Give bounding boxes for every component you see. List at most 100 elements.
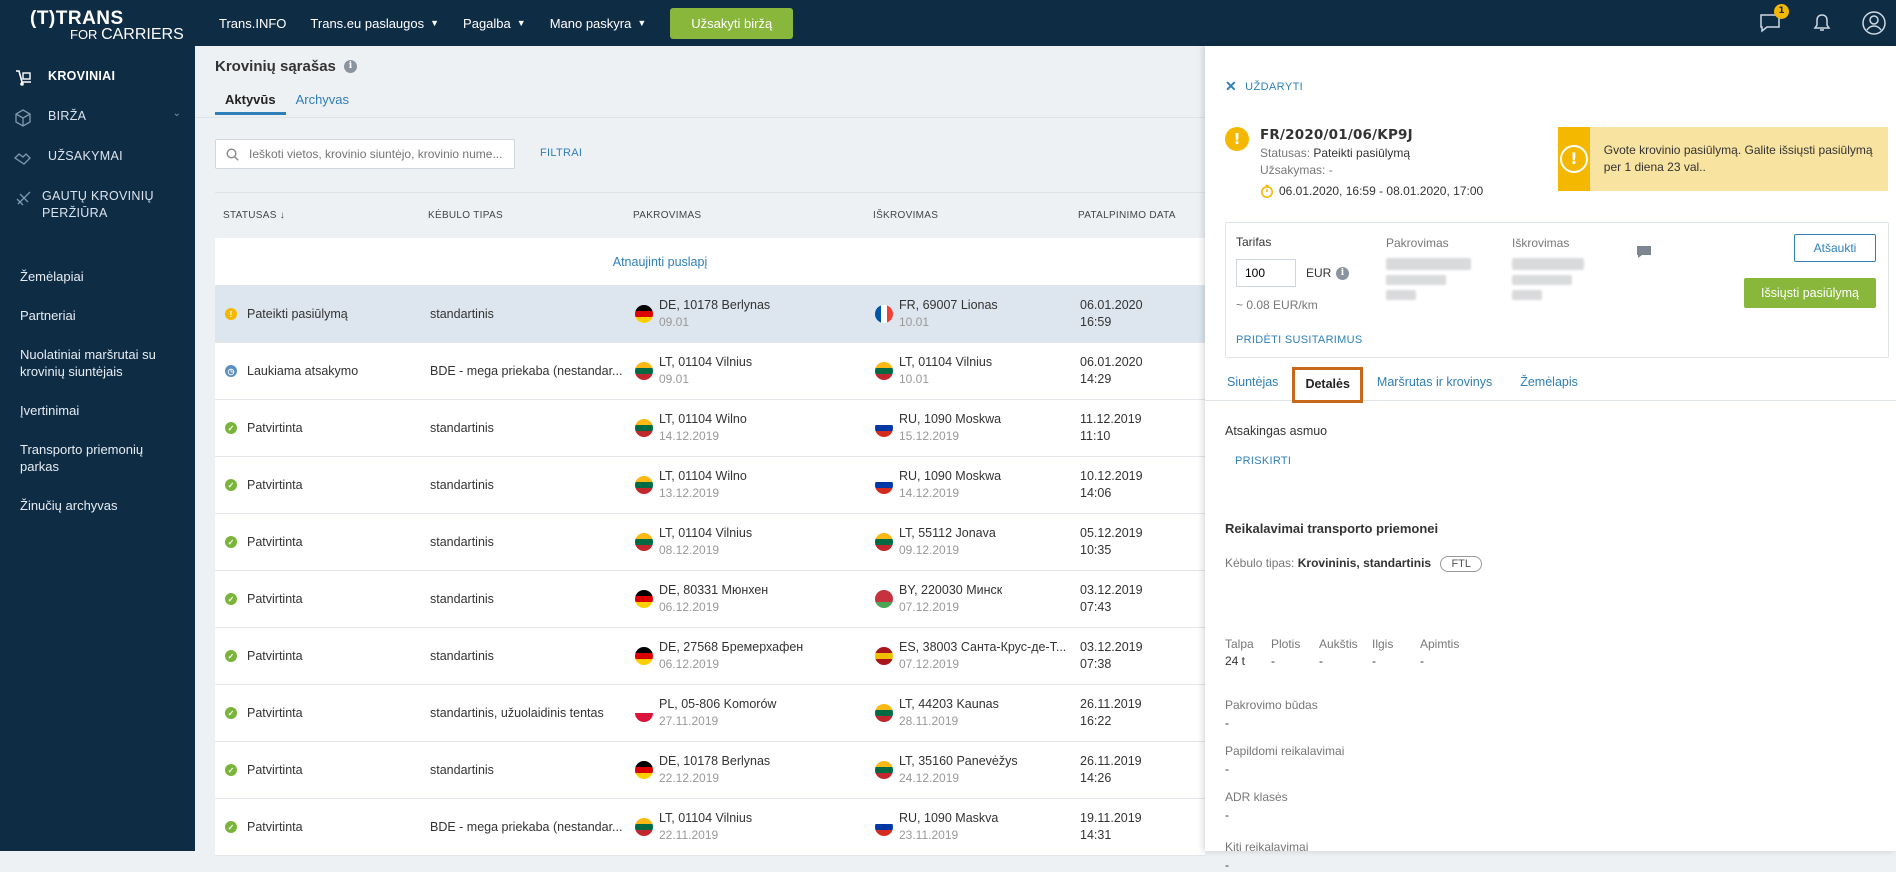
sidebar-item-perziura[interactable]: GAUTŲ KROVINIŲ PERŽIŪRA (0, 188, 195, 248)
unloading-label: Iškrovimas (1512, 236, 1570, 250)
cancel-offer-button[interactable]: Atšaukti (1794, 234, 1876, 262)
status-cell: ✓ Patvirtinta (225, 421, 303, 435)
filters-button[interactable]: FILTRAI (540, 147, 582, 159)
unloading-cell: LT, 44203 Kaunas 28.11.2019 (875, 696, 999, 730)
flag-de-icon (635, 647, 653, 665)
info-icon[interactable]: i (343, 60, 357, 73)
unloading-date: 15.12.2019 (899, 429, 960, 443)
posted-time: 14:29 (1080, 372, 1112, 386)
table-row[interactable]: ✓ Patvirtinta standartinis DE, 27568 Бремер… (215, 628, 1205, 685)
table-row[interactable]: ✓ Patvirtinta standartinis LT, 01104 Wilno 1… (215, 457, 1205, 514)
sidebar-link-zemelapiai[interactable]: Žemėlapiai (0, 268, 195, 285)
unloading-place: LT, 35160 Panevėžys (899, 754, 1018, 768)
tab-archyvas[interactable]: Archyvas (286, 92, 359, 115)
nav-paslaugos[interactable]: Trans.eu paslaugos ▼ (310, 16, 439, 31)
close-panel-button[interactable]: ✕ UŽDARYTI (1225, 78, 1303, 95)
cube-icon (14, 108, 40, 128)
tab-aktyvus[interactable]: Aktyvūs (215, 92, 286, 115)
chevron-down-icon[interactable]: ⌄ (173, 108, 181, 119)
bell-icon[interactable] (1810, 11, 1834, 35)
table-row[interactable]: ! Pateikti pasiūlymą standartinis DE, 10178… (215, 286, 1205, 343)
body-type-cell: standartinis (430, 535, 494, 549)
loading-label: Pakrovimas (1386, 236, 1449, 250)
tab-zemelapis[interactable]: Žemėlapis (1520, 371, 1578, 401)
col-loading: PAKROVIMAS (633, 210, 702, 221)
posted-date-cell: 05.12.2019 10:35 (1080, 525, 1143, 559)
info-icon[interactable]: i (1336, 267, 1349, 280)
table-row[interactable]: ✓ Patvirtinta standartinis LT, 01104 Vilniu… (215, 514, 1205, 571)
status-cell: ✓ Patvirtinta (225, 478, 303, 492)
unloading-date: 09.12.2019 (899, 543, 960, 557)
sidebar-item-uzsakymai[interactable]: UŽSAKYMAI (0, 148, 195, 188)
unloading-cell: RU, 1090 Moskwa 15.12.2019 (875, 411, 1001, 445)
status-ok-icon: ✓ (225, 650, 237, 662)
sidebar-item-kroviniai[interactable]: KROVINIAI (0, 68, 195, 108)
tab-detales[interactable]: Detalės (1292, 367, 1363, 403)
tab-siuntejas[interactable]: Siuntėjas (1227, 371, 1278, 401)
order-exchange-button[interactable]: Užsakyti biržą (670, 7, 794, 39)
loading-place: PL, 05-806 Komorów (659, 697, 777, 711)
unloading-cell: LT, 01104 Vilnius 10.01 (875, 354, 992, 388)
search-input[interactable] (247, 146, 507, 162)
col-body-type: KĖBULO TIPAS (428, 210, 503, 221)
assign-link[interactable]: PRISKIRTI (1235, 455, 1291, 467)
status-cell: ✓ Patvirtinta (225, 535, 303, 549)
flag-lt-icon (875, 761, 893, 779)
table-row[interactable]: ✓ Patvirtinta standartinis, užuolaidinis t… (215, 685, 1205, 742)
dimension-label: Apimtis (1420, 637, 1460, 651)
send-offer-button[interactable]: Išsiųsti pasiūlymą (1744, 278, 1876, 308)
loading-place: DE, 10178 Berlynas (659, 298, 771, 312)
requirement-label: Papildomi reikalavimai (1225, 744, 1345, 758)
user-avatar-icon[interactable] (1862, 11, 1886, 35)
loading-cell: DE, 27568 Бремерхафен 06.12.2019 (635, 639, 803, 673)
requirements-title: Reikalavimai transporto priemonei (1225, 521, 1439, 536)
reload-page-link[interactable]: Atnaujinti puslapį (215, 238, 1205, 286)
search-box[interactable] (215, 139, 515, 169)
flag-lt-icon (635, 419, 653, 437)
status-ok-icon: ✓ (225, 707, 237, 719)
col-status[interactable]: STATUSAS ↓ (223, 210, 285, 221)
status-label: Statusas: (1260, 146, 1311, 160)
status-text: Patvirtinta (247, 535, 303, 549)
table-row[interactable]: ✓ Patvirtinta standartinis DE, 10178 Berlyn… (215, 742, 1205, 799)
loading-place: DE, 27568 Бремерхафен (659, 640, 804, 654)
sidebar-link-parkas[interactable]: Transporto priemonių parkas (0, 441, 195, 475)
tarif-input[interactable] (1236, 259, 1296, 287)
loading-place: DE, 10178 Berlynas (659, 754, 771, 768)
flag-ru-icon (875, 419, 893, 437)
posted-time: 11:10 (1080, 429, 1111, 443)
sidebar-link-ivertinimai[interactable]: Įvertinimai (0, 402, 195, 419)
sidebar-link-archyvas[interactable]: Žinučių archyvas (0, 497, 195, 514)
loading-cell: DE, 80331 Мюнхен 06.12.2019 (635, 582, 768, 616)
table-row[interactable]: ◷ Laukiama atsakymo BDE - mega priekaba (n… (215, 343, 1205, 400)
status-cell: ! Pateikti pasiūlymą (225, 307, 348, 321)
sidebar-item-birza[interactable]: BIRŽA ⌄ (0, 108, 195, 148)
unloading-cell: BY, 220030 Минск 07.12.2019 (875, 582, 1002, 616)
posted-date-cell: 06.01.2020 14:29 (1080, 354, 1143, 388)
sidebar-link-marsrutai[interactable]: Nuolatiniai maršrutai su krovinių siuntė… (0, 346, 195, 380)
status-value: Pateikti pasiūlymą (1313, 146, 1411, 160)
loading-cell: LT, 01104 Wilno 14.12.2019 (635, 411, 747, 445)
tab-marsrutas[interactable]: Maršrutas ir krovinys (1377, 371, 1492, 401)
nav-mano-paskyra[interactable]: Mano paskyra ▼ (550, 16, 647, 31)
table-row[interactable]: ✓ Patvirtinta standartinis LT, 01104 Wilno 1… (215, 400, 1205, 457)
add-terms-link[interactable]: PRIDĖTI SUSITARIMUS (1236, 334, 1363, 346)
sidebar-item-label: GAUTŲ KROVINIŲ PERŽIŪRA (42, 189, 154, 220)
chat-icon[interactable]: 1 (1758, 4, 1789, 35)
status-cell: ✓ Patvirtinta (225, 820, 303, 834)
nav-label: Trans.INFO (219, 15, 287, 31)
comment-icon[interactable] (1636, 245, 1652, 259)
loading-date: 22.12.2019 (659, 771, 720, 785)
brand-logo[interactable]: (T)TRANS FOR CARRIERS (0, 0, 195, 46)
chevron-down-icon: ▼ (430, 18, 440, 28)
warning-icon: ! (1225, 127, 1249, 151)
table-row[interactable]: ✓ Patvirtinta BDE - mega priekaba (nestand… (215, 799, 1205, 856)
body-type-cell: standartinis (430, 478, 494, 492)
table-row[interactable]: ✓ Patvirtinta standartinis DE, 80331 Мюнхен… (215, 571, 1205, 628)
status-cell: ✓ Patvirtinta (225, 649, 303, 663)
sidebar-link-partneriai[interactable]: Partneriai (0, 307, 195, 324)
nav-trans-info[interactable]: Trans.INFO (219, 16, 286, 31)
dimension-label: Aukštis (1319, 637, 1358, 651)
nav-pagalba[interactable]: Pagalba ▼ (463, 16, 526, 31)
unloading-place: RU, 1090 Moskwa (899, 469, 1002, 483)
